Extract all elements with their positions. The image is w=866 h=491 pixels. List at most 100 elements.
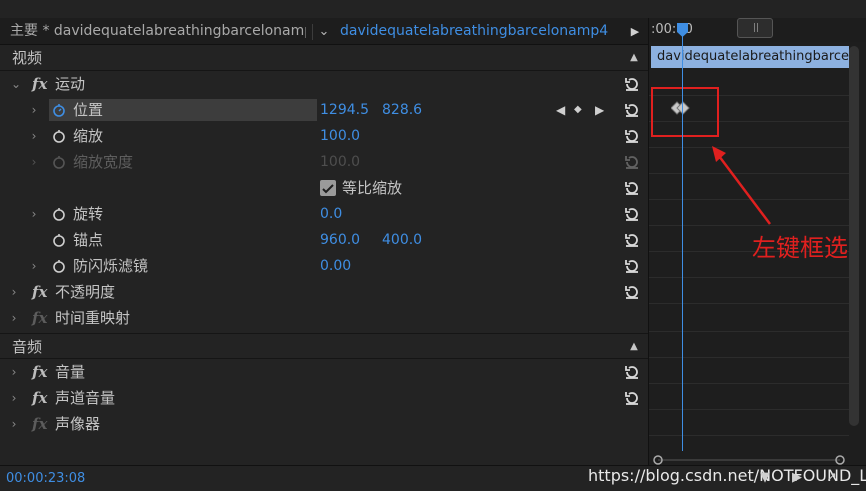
fx-icon[interactable]: fx	[32, 71, 50, 97]
effect-row-volume[interactable]: › fx 音量	[0, 359, 648, 385]
stopwatch-icon[interactable]	[52, 259, 66, 273]
expand-caret-icon[interactable]: ⌄	[10, 71, 22, 97]
effect-motion-label: 运动	[55, 75, 86, 93]
effect-panner-label: 声像器	[55, 415, 101, 433]
uniform-scale-checkbox[interactable]	[320, 180, 336, 196]
reset-icon[interactable]	[623, 283, 641, 301]
expand-caret-icon[interactable]: ›	[28, 253, 40, 279]
expand-caret-icon[interactable]: ›	[28, 123, 40, 149]
effect-row-panner[interactable]: › fx 声像器	[0, 411, 648, 437]
play-audio-icon[interactable]: ▶	[792, 470, 802, 485]
section-audio-label: 音频	[12, 338, 43, 356]
effect-row-opacity[interactable]: › fx 不透明度	[0, 279, 648, 305]
stopwatch-icon[interactable]	[52, 233, 66, 247]
annotation-selection-box	[651, 87, 719, 137]
effect-channel-volume-label: 声道音量	[55, 389, 116, 407]
effect-row-channel-volume[interactable]: › fx 声道音量	[0, 385, 648, 411]
reset-icon[interactable]	[623, 231, 641, 249]
timeline-clip[interactable]: davidequatelabreathingbarcelona	[651, 46, 849, 68]
property-anti-flicker-label: 防闪烁滤镜	[73, 257, 149, 275]
timeline-row-line	[649, 331, 849, 332]
playhead-marker-icon[interactable]	[676, 22, 689, 38]
play-arrow-icon[interactable]: ▶	[626, 20, 644, 44]
effect-time-remap-label: 时间重映射	[55, 309, 131, 327]
rotation-value[interactable]: 0.0	[320, 201, 342, 227]
property-row-anchor[interactable]: 锚点 960.0 400.0	[0, 227, 648, 253]
horizontal-scrollbar[interactable]	[653, 455, 845, 465]
expand-caret-icon[interactable]: ›	[8, 279, 20, 305]
grip-icon[interactable]: ||	[753, 23, 759, 33]
stopwatch-disabled-icon	[53, 156, 65, 169]
section-audio: 音频 ▲	[0, 333, 648, 359]
fx-icon[interactable]: fx	[32, 385, 50, 411]
position-y-value[interactable]: 828.6	[382, 97, 422, 123]
current-timecode[interactable]: 00:00:23:08	[6, 471, 85, 486]
reset-icon[interactable]	[623, 179, 641, 197]
anchor-y-value[interactable]: 400.0	[382, 227, 422, 253]
stopwatch-active-icon[interactable]	[52, 103, 66, 117]
effect-row-motion[interactable]: ⌄ fx 运动	[0, 71, 648, 97]
section-video: 视频 ▲	[0, 45, 648, 71]
vertical-scrollbar[interactable]	[849, 46, 859, 426]
playhead-line[interactable]	[682, 26, 683, 451]
property-row-scale-width: › 缩放宽度 100.0	[0, 149, 648, 175]
timeline-row-line	[649, 435, 849, 436]
expand-caret-icon[interactable]: ›	[28, 97, 40, 123]
prev-keyframe-icon[interactable]: ◀	[556, 97, 565, 123]
expand-caret-icon[interactable]: ›	[8, 359, 20, 385]
reset-icon[interactable]	[623, 257, 641, 275]
property-row-uniform-scale[interactable]: 等比缩放	[0, 175, 648, 201]
tab-divider	[312, 24, 313, 40]
position-x-value[interactable]: 1294.5	[320, 97, 369, 123]
tab-clip-source[interactable]: davidequatelabreathingbarcelonamp4 * d..…	[340, 18, 610, 45]
property-row-position[interactable]: › 位置 1294.5 828.6 ◀ ◆ ▶	[0, 97, 648, 123]
fx-icon[interactable]: fx	[32, 279, 50, 305]
timeline-row-line	[649, 303, 849, 304]
annotation-label: 左键框选	[752, 234, 848, 262]
property-position-label: 位置	[73, 101, 104, 119]
scale-width-value: 100.0	[320, 154, 361, 170]
effect-opacity-label: 不透明度	[55, 283, 116, 301]
expand-caret-icon[interactable]: ›	[8, 305, 20, 331]
timeline-row-line	[649, 277, 849, 278]
filter-icon[interactable]: ▼	[760, 470, 770, 485]
reset-icon[interactable]	[623, 389, 641, 407]
stopwatch-icon[interactable]	[52, 207, 66, 221]
stopwatch-icon[interactable]	[52, 129, 66, 143]
property-row-anti-flicker[interactable]: › 防闪烁滤镜 0.00	[0, 253, 648, 279]
collapse-up-icon[interactable]: ▲	[628, 45, 640, 71]
property-row-scale[interactable]: › 缩放 100.0	[0, 123, 648, 149]
effect-volume-label: 音量	[55, 363, 86, 381]
reset-icon[interactable]	[623, 205, 641, 223]
collapse-up-icon[interactable]: ▲	[628, 334, 640, 360]
reset-icon[interactable]	[623, 75, 641, 93]
panel-footer: 00:00:23:08 https://blog.csdn.net/NOTFOU…	[0, 465, 866, 491]
add-keyframe-icon[interactable]: ◆	[574, 97, 582, 123]
fx-icon[interactable]: fx	[32, 411, 50, 437]
reset-icon[interactable]	[623, 363, 641, 381]
expand-caret-icon[interactable]: ›	[8, 385, 20, 411]
next-keyframe-icon[interactable]: ▶	[595, 97, 604, 123]
annotation-arrow-icon	[712, 146, 771, 225]
timeline-row-line	[649, 357, 849, 358]
property-row-rotation[interactable]: › 旋转 0.0	[0, 201, 648, 227]
scale-value[interactable]: 100.0	[320, 123, 360, 149]
expand-caret-icon: ›	[31, 155, 37, 169]
tab-main-source[interactable]: 主要 * davidequatelabreathingbarcelonamp4.…	[10, 18, 306, 45]
watermark-text: https://blog.csdn.net/NOTFOUND_Liu	[588, 466, 866, 485]
reset-icon[interactable]	[623, 127, 641, 145]
reset-icon[interactable]	[623, 101, 641, 119]
panel-tab-bar: 主要 * davidequatelabreathingbarcelonamp4.…	[0, 18, 648, 45]
anchor-x-value[interactable]: 960.0	[320, 227, 360, 253]
chevron-down-icon[interactable]: ⌄	[314, 20, 334, 44]
fx-icon[interactable]: fx	[32, 305, 50, 331]
export-icon[interactable]: ↗	[826, 470, 837, 485]
property-rotation-label: 旋转	[73, 205, 104, 223]
expand-caret-icon[interactable]: ›	[28, 201, 40, 227]
reset-icon	[625, 156, 638, 169]
expand-caret-icon[interactable]: ›	[8, 411, 20, 437]
anti-flicker-value[interactable]: 0.00	[320, 253, 351, 279]
effect-row-time-remap[interactable]: › fx 时间重映射	[0, 305, 648, 331]
section-video-label: 视频	[12, 49, 43, 67]
fx-icon[interactable]: fx	[32, 359, 50, 385]
